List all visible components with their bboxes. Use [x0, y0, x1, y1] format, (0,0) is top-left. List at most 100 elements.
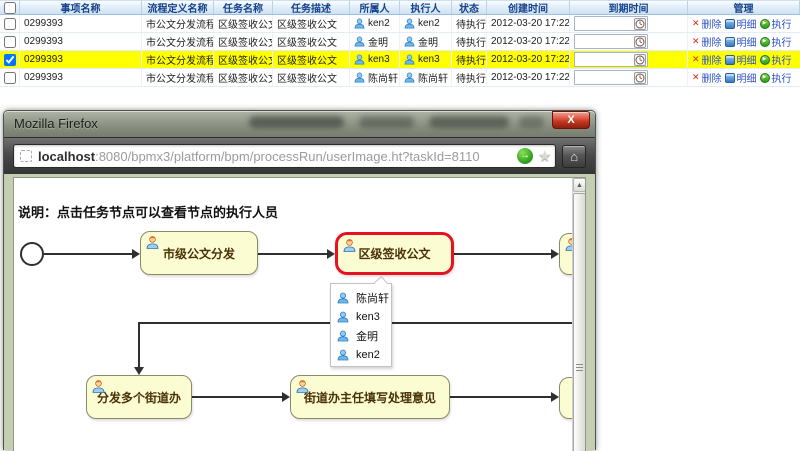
task-node-label: 分发多个街道办	[96, 390, 181, 405]
date-picker-icon[interactable]	[634, 17, 646, 30]
detail-button[interactable]: 明细	[724, 70, 757, 85]
cell-created: 2012-03-20 17:22:29	[487, 51, 570, 68]
arrowhead	[134, 367, 144, 375]
detail-button[interactable]: 明细	[724, 34, 757, 49]
popup-user-item[interactable]: ken2	[337, 345, 391, 364]
firefox-window: Mozilla Firefox X localhost:8080/bpmx3/p…	[3, 110, 596, 451]
note-label: 说明：	[18, 205, 58, 220]
delete-button[interactable]: ✕ 删除	[692, 16, 722, 32]
window-titlebar[interactable]: Mozilla Firefox X	[4, 111, 595, 137]
delete-button[interactable]: ✕ 删除	[692, 70, 722, 86]
delete-button[interactable]: ✕ 删除	[692, 34, 722, 50]
cell-created: 2012-03-20 17:22:21	[487, 69, 570, 86]
connector-line	[192, 396, 282, 398]
task-node-label: 市级公文分发	[162, 246, 235, 261]
delete-label: 删除	[701, 38, 722, 49]
header-process-name[interactable]: 流程定义名称	[142, 1, 214, 14]
detail-button[interactable]: 明细	[724, 52, 757, 67]
due-date-field	[574, 34, 648, 49]
row-checkbox[interactable]	[3, 35, 16, 48]
cell-task-desc: 区级签收公文	[273, 51, 350, 68]
user-icon	[404, 18, 415, 29]
header-manage[interactable]: 管理	[688, 1, 800, 14]
date-picker-icon[interactable]	[634, 53, 646, 66]
url-bar[interactable]: localhost:8080/bpmx3/platform/bpm/proces…	[13, 144, 557, 168]
scrollbar-thumb[interactable]	[573, 193, 585, 451]
table-row[interactable]: 0299393 市公文分发流程 区级签收公文 区级签收公文 ken3 ken3 …	[0, 51, 800, 69]
due-date-input[interactable]	[576, 72, 634, 83]
execute-button[interactable]: ▶ 执行	[759, 52, 792, 67]
user-icon	[404, 36, 415, 47]
detail-label: 明细	[736, 38, 757, 49]
popup-user-name: ken3	[356, 310, 380, 323]
task-user-icon	[343, 238, 356, 255]
due-date-field	[574, 70, 648, 85]
scroll-up-arrow-icon[interactable]: ▲	[573, 178, 585, 192]
header-item-name[interactable]: 事项名称	[20, 1, 142, 14]
go-button[interactable]: →	[516, 148, 533, 164]
table-row[interactable]: 0299393 市公文分发流程 区级签收公文 区级签收公文 陈尚轩 陈尚轩 待执…	[0, 69, 800, 87]
row-checkbox[interactable]	[3, 17, 16, 30]
navigation-toolbar: localhost:8080/bpmx3/platform/bpm/proces…	[4, 137, 595, 174]
detail-icon	[724, 54, 735, 65]
cell-status: 待执行	[452, 33, 487, 50]
select-all-checkbox[interactable]	[3, 1, 16, 14]
row-checkbox[interactable]	[3, 71, 16, 84]
row-checkbox-cell	[0, 69, 20, 86]
task-node-street-director-opinion[interactable]: 街道办主任填写处理意见	[290, 375, 450, 419]
url-host: localhost	[38, 148, 96, 164]
header-executor[interactable]: 执行人	[400, 1, 452, 14]
delete-label: 删除	[701, 20, 722, 31]
arrowhead	[327, 249, 335, 259]
table-row[interactable]: 0299393 市公文分发流程 区级签收公文 区级签收公文 金明 金明 待执行 …	[0, 33, 800, 51]
popup-user-item[interactable]: 金明	[337, 326, 391, 345]
bookmark-star-icon[interactable]: ★	[538, 149, 551, 164]
header-task-name[interactable]: 任务名称	[214, 1, 273, 14]
task-node-city-dispatch[interactable]: 市级公文分发	[140, 231, 258, 275]
due-date-input[interactable]	[576, 54, 634, 65]
cell-status: 待执行	[452, 15, 487, 32]
cell-owner: ken2	[350, 15, 400, 32]
arrowhead	[282, 392, 290, 402]
execute-button[interactable]: ▶ 执行	[759, 34, 792, 49]
row-checkbox[interactable]	[3, 53, 16, 66]
execute-button[interactable]: ▶ 执行	[759, 16, 792, 31]
delete-button[interactable]: ✕ 删除	[692, 52, 722, 68]
vertical-scrollbar[interactable]: ▲	[572, 178, 585, 451]
due-date-input[interactable]	[576, 18, 634, 29]
delete-label: 删除	[701, 56, 722, 67]
table-row[interactable]: 0299393 市公文分发流程 区级签收公文 区级签收公文 ken2 ken2 …	[0, 15, 800, 33]
row-checkbox-cell	[0, 15, 20, 32]
task-node-multi-street[interactable]: 分发多个街道办	[86, 375, 192, 419]
header-task-desc[interactable]: 任务描述	[273, 1, 350, 14]
header-created-time[interactable]: 创建时间	[487, 1, 570, 14]
header-due-time[interactable]: 到期时间	[570, 1, 688, 14]
delete-icon: ✕	[692, 72, 700, 82]
url-rest: :8080/bpmx3/platform/bpm/processRun/user…	[95, 148, 480, 164]
connector-line	[454, 253, 551, 255]
executor-name: 陈尚轩	[418, 74, 448, 85]
date-picker-icon[interactable]	[634, 71, 646, 84]
task-node-district-sign[interactable]: 区级签收公文	[335, 232, 454, 275]
execute-button[interactable]: ▶ 执行	[759, 70, 792, 85]
due-date-input[interactable]	[576, 36, 634, 47]
detail-button[interactable]: 明细	[724, 16, 757, 31]
task-grid: 事项名称 流程定义名称 任务名称 任务描述 所属人 执行人 状态 创建时间 到期…	[0, 0, 800, 87]
cell-created: 2012-03-20 17:22:31	[487, 33, 570, 50]
task-node-label: 街道办主任填写处理意见	[303, 390, 436, 405]
cell-task-desc: 区级签收公文	[273, 15, 350, 32]
popup-user-item[interactable]: ken3	[337, 307, 391, 326]
cell-task-name: 区级签收公文	[214, 33, 273, 50]
popup-user-item[interactable]: 陈尚轩	[337, 288, 391, 307]
scrollbar-grip	[576, 364, 583, 373]
loopback-line	[138, 322, 140, 367]
date-picker-icon[interactable]	[634, 35, 646, 48]
delete-label: 删除	[701, 74, 722, 85]
header-owner[interactable]: 所属人	[350, 1, 400, 14]
url-text[interactable]: localhost:8080/bpmx3/platform/bpm/proces…	[38, 149, 517, 164]
popup-user-name: ken2	[356, 348, 380, 361]
cell-executor: ken3	[400, 51, 452, 68]
header-status[interactable]: 状态	[452, 1, 487, 14]
close-button[interactable]: X	[552, 111, 590, 129]
urlbar-dropdown-button[interactable]: ⌂	[562, 144, 586, 168]
